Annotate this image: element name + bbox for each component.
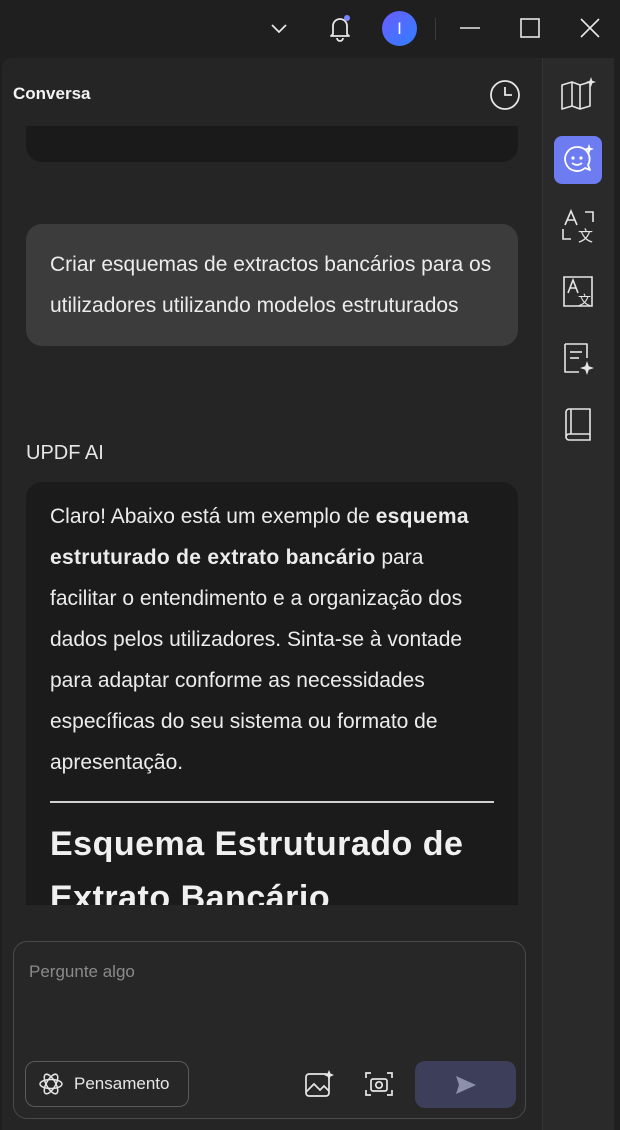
ai-intro-part-1: Claro! Abaixo está um exemplo de xyxy=(50,505,376,528)
history-clock-icon[interactable] xyxy=(486,76,524,114)
avatar[interactable]: I xyxy=(382,11,417,46)
svg-text:文: 文 xyxy=(578,227,593,243)
title-bar: I xyxy=(0,0,620,58)
atom-icon xyxy=(38,1071,64,1097)
thinking-label: Pensamento xyxy=(74,1074,170,1093)
chat-input-box: Pensamento xyxy=(13,941,526,1119)
image-ai-icon[interactable] xyxy=(296,1061,342,1107)
user-message: Criar esquemas de extractos bancários pa… xyxy=(26,224,518,346)
summary-ai-icon[interactable] xyxy=(554,334,602,382)
ai-intro-part-2: para facilitar o entendimento e a organi… xyxy=(50,546,463,774)
chevron-down-icon[interactable] xyxy=(259,8,299,48)
chat-ai-icon[interactable] xyxy=(554,136,602,184)
divider xyxy=(50,801,494,803)
svg-text:文: 文 xyxy=(578,294,591,309)
titlebar-divider xyxy=(435,18,436,40)
send-button[interactable] xyxy=(415,1061,516,1108)
minimize-icon[interactable] xyxy=(450,8,490,48)
send-icon xyxy=(454,1074,478,1096)
chat-input[interactable] xyxy=(27,956,511,988)
ai-heading: Esquema Estruturado de Extrato Bancário xyxy=(50,825,464,905)
page-title: Conversa xyxy=(13,84,91,103)
chat-messages[interactable]: Criar esquemas de extractos bancários pa… xyxy=(2,126,542,905)
bell-icon[interactable] xyxy=(320,8,360,48)
thinking-button[interactable]: Pensamento xyxy=(25,1061,189,1107)
ai-label: UPDF AI xyxy=(26,442,104,464)
book-ai-icon[interactable] xyxy=(554,70,602,118)
ai-message: Claro! Abaixo está um exemplo de esquema… xyxy=(26,482,518,905)
maximize-icon[interactable] xyxy=(510,8,550,48)
close-icon[interactable] xyxy=(570,8,610,48)
tool-sidebar: 文 文 xyxy=(542,58,615,1130)
translate-icon[interactable]: 文 xyxy=(554,202,602,250)
avatar-letter: I xyxy=(397,18,402,38)
notebook-icon[interactable] xyxy=(554,400,602,448)
screenshot-camera-icon[interactable] xyxy=(356,1061,402,1107)
ai-intro-text: Claro! Abaixo está um exemplo de esquema… xyxy=(50,496,494,783)
translate-alt-icon[interactable]: 文 xyxy=(554,268,602,316)
previous-message-bubble xyxy=(26,126,518,162)
window-edge xyxy=(614,58,620,1130)
